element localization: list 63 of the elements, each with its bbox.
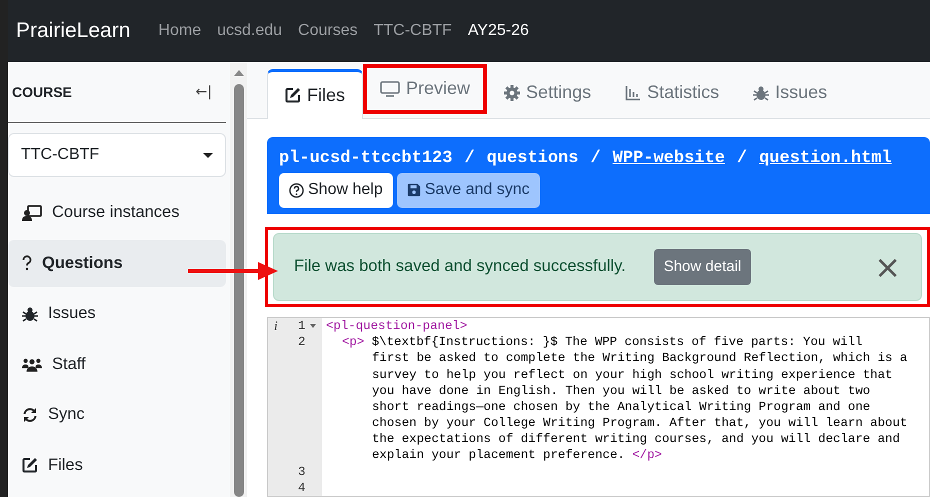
line-number: 2 (298, 334, 306, 350)
nav-link[interactable]: ucsd.edu (217, 22, 282, 40)
sidebar-heading: COURSE (12, 84, 72, 100)
sidebar-item[interactable]: Files (8, 442, 226, 488)
nav-link[interactable]: Home (158, 22, 202, 40)
collapse-sidebar-button[interactable]: ←| (196, 84, 212, 100)
close-button[interactable]: × (874, 250, 901, 283)
code-text: first be asked to complete the Writing Background Reflection, which is a (372, 351, 908, 366)
question-mark-icon (22, 255, 32, 271)
caret-icon (203, 152, 213, 158)
line-number: 4 (298, 480, 306, 496)
path-text: questions (486, 148, 578, 168)
code-text: short readings—one chosen by the Analytical Writing Program and one (372, 400, 870, 414)
show-detail-button[interactable]: Show detail (654, 248, 752, 285)
path-separator: / (590, 148, 601, 168)
brand-link[interactable]: PrairieLearn (16, 19, 130, 43)
tab[interactable]: Settings (487, 68, 608, 118)
info-marker: i (274, 318, 278, 334)
scrollbar[interactable] (230, 62, 247, 497)
tab[interactable]: Files (267, 68, 364, 119)
code-tag: <p> (342, 335, 364, 350)
edit-icon (22, 457, 38, 473)
code-text: the expectations of different writing courses, and you will declare and (372, 432, 900, 446)
code-text: survey to help you reflect on your high school writing experience that (372, 368, 892, 382)
course-dropdown[interactable]: TTC-CBTF (8, 133, 226, 177)
people-icon (22, 356, 42, 372)
help-button[interactable]: Show help (279, 172, 393, 208)
path-link[interactable]: WPP-website (612, 148, 725, 168)
path-separator: / (736, 148, 748, 168)
tab[interactable]: Preview (363, 64, 488, 114)
code-text: you have done in English. Then you will be asked to write about two (372, 384, 870, 398)
path-text: pl-ucsd-ttccbt123 (279, 148, 452, 168)
code-tag: <pl-question-panel> (326, 318, 468, 333)
tab[interactable]: Issues (736, 68, 844, 118)
line-number: 3 (298, 464, 306, 480)
nav-link[interactable]: Courses (298, 22, 358, 40)
monitor-icon (380, 80, 400, 97)
nav-link[interactable]: TTC-CBTF (374, 22, 452, 40)
sidebar-item[interactable]: Sync (8, 391, 226, 438)
settings-icon (504, 84, 520, 101)
path-link[interactable]: question.html (759, 148, 892, 168)
code-tag: </p> (632, 448, 662, 462)
sidebar-item[interactable]: Issues (8, 290, 226, 337)
sidebar-item[interactable]: Questions (8, 240, 226, 286)
bug-icon (753, 84, 770, 101)
bug-icon (22, 306, 38, 322)
alert-message: File was both saved and synced successfully. (294, 257, 626, 276)
presentation-icon (22, 204, 42, 220)
code-text: chosen by your College Writing Program. After that, you will learn about (372, 416, 908, 430)
sidebar-item[interactable]: Course instances (8, 189, 226, 236)
code-text: explain your placement preference. (372, 448, 626, 462)
path-separator: / (464, 148, 475, 168)
sync-icon (22, 406, 38, 422)
nav-link[interactable]: AY25-26 (468, 22, 529, 40)
edit-icon (285, 87, 301, 104)
code-text: $\textbf{Instructions: }$ The WPP consists of five parts: You will (370, 335, 862, 350)
fold-arrow-icon[interactable] (310, 324, 316, 328)
line-number: 1 (298, 318, 306, 334)
bar-chart-icon (625, 84, 642, 101)
sidebar-item[interactable]: Staff (8, 340, 226, 388)
scrollbar-thumb[interactable] (234, 84, 244, 497)
tab[interactable]: Statistics (608, 68, 736, 118)
help-icon (289, 182, 304, 198)
